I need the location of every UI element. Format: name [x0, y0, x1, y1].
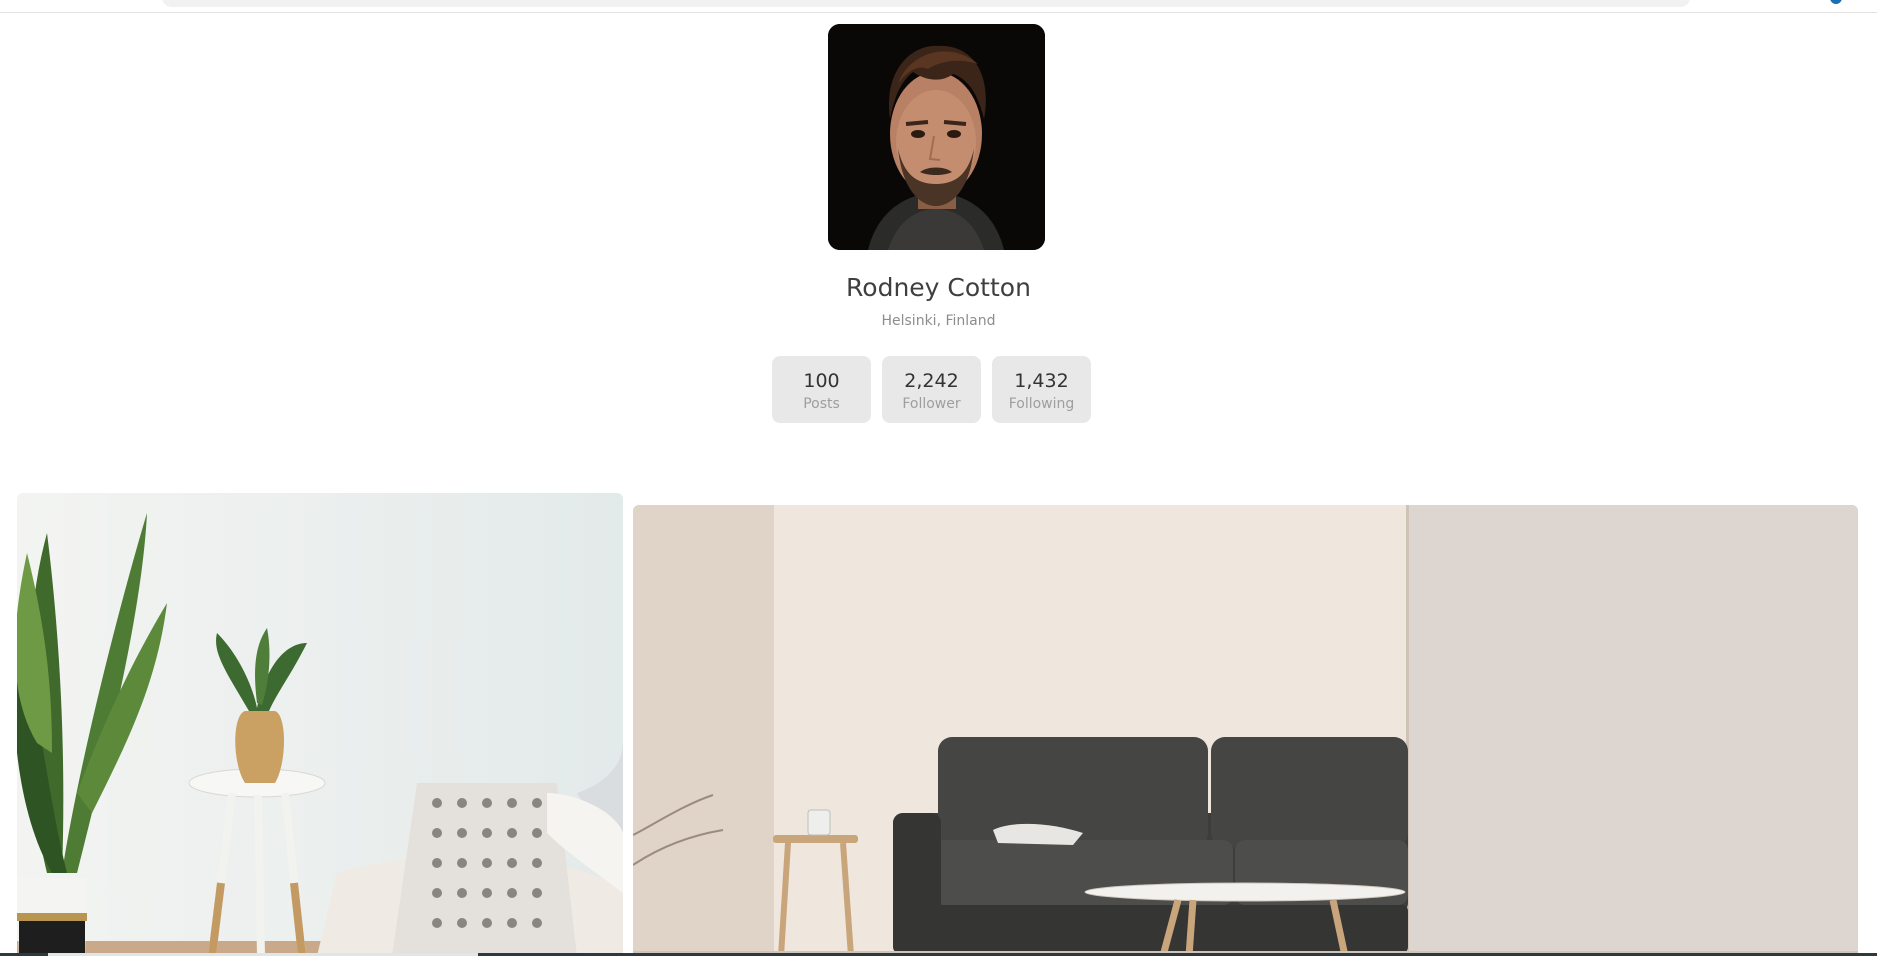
stat-following-value: 1,432	[1014, 370, 1069, 392]
stat-posts-label: Posts	[803, 396, 840, 412]
stat-posts-value: 100	[803, 370, 840, 392]
stat-following[interactable]: 1,432 Following	[992, 356, 1091, 423]
post-image-living-room-sofa[interactable]	[633, 505, 1858, 956]
search-bar[interactable]	[162, 0, 1690, 7]
post-image-living-room-plants[interactable]	[17, 493, 623, 956]
stat-followers-label: Follower	[902, 396, 961, 412]
stat-following-label: Following	[1008, 396, 1075, 412]
user-menu-icon[interactable]	[1830, 0, 1842, 4]
profile-avatar	[828, 24, 1045, 250]
profile-stats: 100 Posts 2,242 Follower 1,432 Following	[772, 356, 1091, 423]
stat-followers-value: 2,242	[904, 370, 959, 392]
profile-name: Rodney Cotton	[846, 273, 1031, 302]
profile-location: Helsinki, Finland	[881, 313, 996, 329]
stat-posts[interactable]: 100 Posts	[772, 356, 871, 423]
top-navigation-bar	[0, 0, 1877, 13]
stat-followers[interactable]: 2,242 Follower	[882, 356, 981, 423]
